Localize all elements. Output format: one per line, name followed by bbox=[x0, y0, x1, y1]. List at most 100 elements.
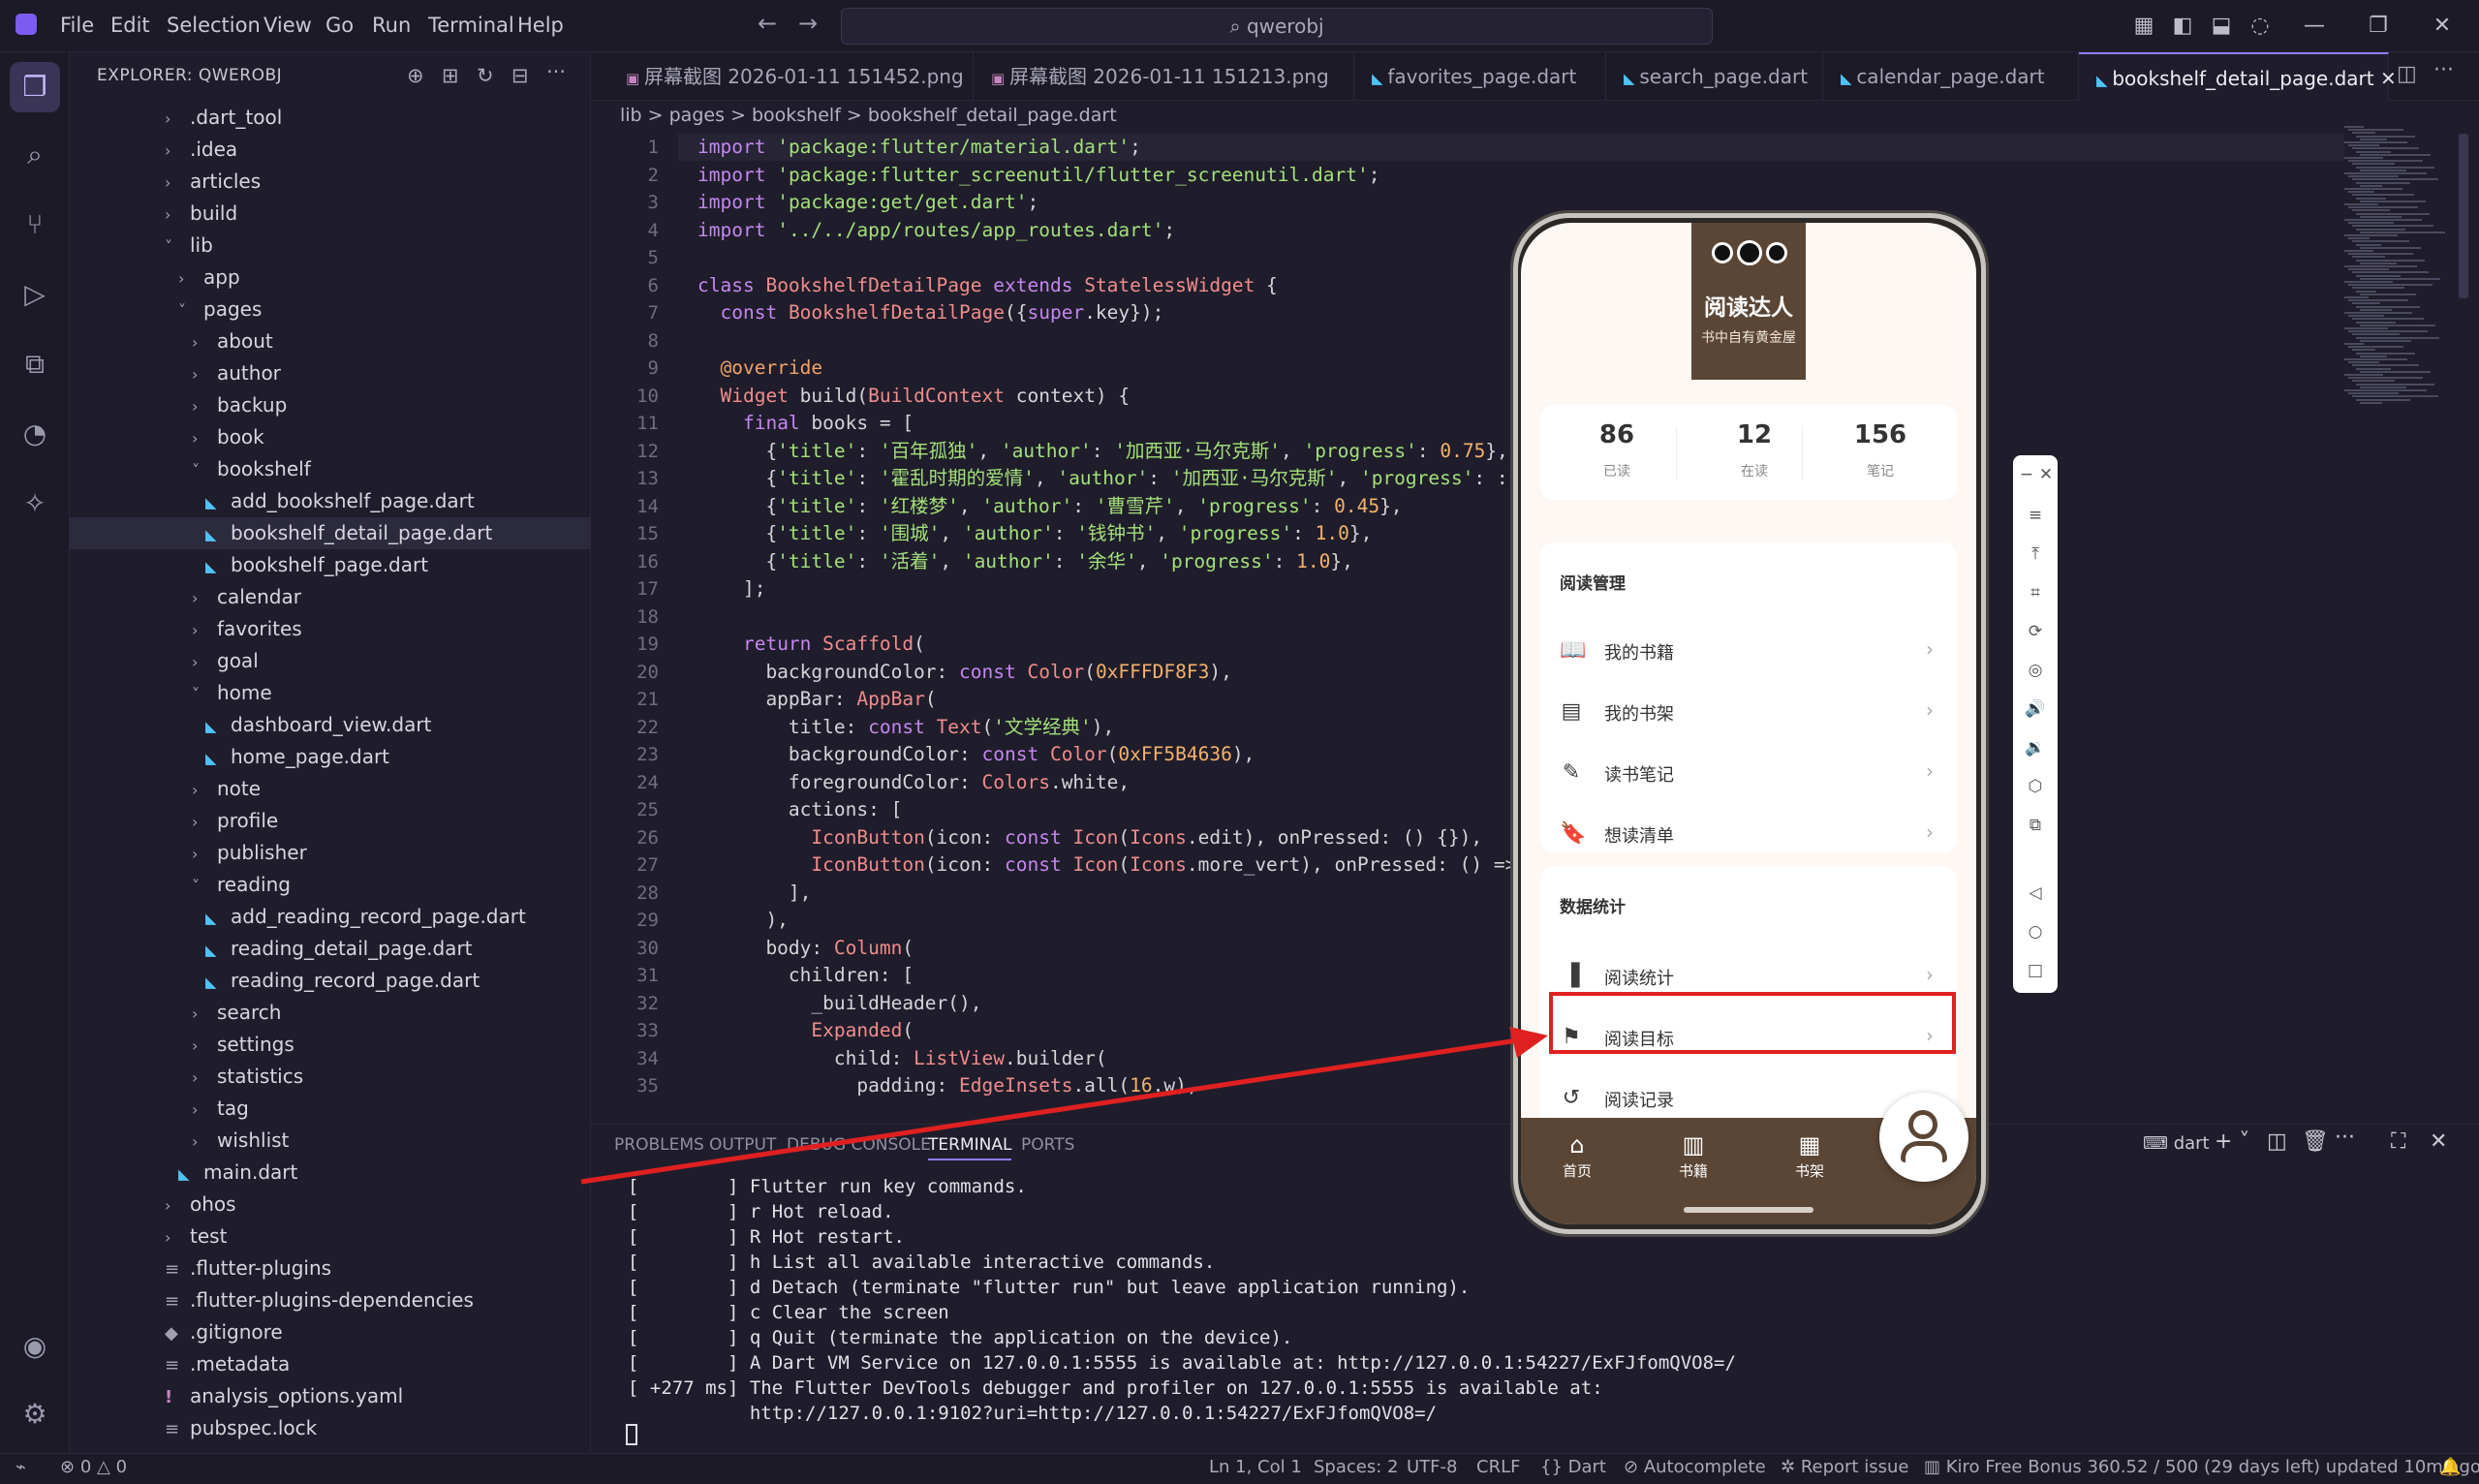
tree-item[interactable]: › .dart_tool bbox=[70, 102, 591, 134]
code-line[interactable]: return Scaffold( bbox=[697, 631, 925, 659]
location-icon[interactable]: ◎ bbox=[2024, 659, 2047, 682]
tree-item[interactable]: ◣ add_reading_record_page.dart bbox=[70, 901, 591, 933]
menu-run[interactable]: Run bbox=[372, 14, 411, 37]
tree-item[interactable]: › build bbox=[70, 198, 591, 230]
code-line[interactable]: ]; bbox=[697, 575, 766, 603]
screenshot-icon[interactable]: ⬡ bbox=[2024, 775, 2047, 798]
search-icon[interactable]: ⌕ bbox=[15, 136, 54, 174]
profile-fab[interactable] bbox=[1879, 1093, 1968, 1182]
minimap[interactable] bbox=[2344, 126, 2451, 417]
restore-icon[interactable]: ❐ bbox=[2362, 10, 2395, 43]
tree-item[interactable]: ◣ main.dart bbox=[70, 1157, 591, 1189]
tree-item[interactable]: › .idea bbox=[70, 134, 591, 166]
tree-item[interactable]: ≡ .flutter-plugins bbox=[70, 1252, 591, 1284]
tree-item[interactable]: ◣ dashboard_view.dart bbox=[70, 709, 591, 741]
report-issue[interactable]: ✲ Report issue bbox=[1781, 1457, 1908, 1477]
editor-tab[interactable]: ▣ 屏幕截图 2026-01-11 151452.png bbox=[608, 52, 974, 101]
nav-back-icon[interactable]: ◁ bbox=[2024, 881, 2047, 905]
code-line[interactable]: {'title': '围城', 'author': '钱钟书', 'progre… bbox=[697, 520, 1372, 548]
maximize-panel-icon[interactable]: ⛶ bbox=[2391, 1129, 2405, 1154]
tree-item[interactable]: ˅ pages bbox=[70, 294, 591, 325]
tree-item[interactable]: ˅ reading bbox=[70, 869, 591, 901]
code-line[interactable]: ), bbox=[697, 907, 788, 935]
tree-item[interactable]: › note bbox=[70, 773, 591, 805]
code-line[interactable]: title: const Text('文学经典'), bbox=[697, 714, 1114, 742]
code-line[interactable]: IconButton(icon: const Icon(Icons.edit),… bbox=[697, 824, 1482, 852]
code-line[interactable]: class BookshelfDetailPage extends Statel… bbox=[697, 272, 1278, 300]
tree-item[interactable]: › calendar bbox=[70, 581, 591, 613]
tree-item[interactable]: › search bbox=[70, 997, 591, 1029]
kill-terminal-icon[interactable]: 🗑 bbox=[2302, 1129, 2329, 1154]
tree-item[interactable]: › test bbox=[70, 1221, 591, 1252]
code-line[interactable]: final books = [ bbox=[697, 410, 914, 438]
code-line[interactable]: IconButton(icon: const Icon(Icons.more_v… bbox=[697, 851, 1516, 880]
line-ending[interactable]: CRLF bbox=[1476, 1457, 1520, 1477]
close-window-icon[interactable]: ✕ bbox=[2426, 10, 2459, 43]
code-line[interactable]: backgroundColor: const Color(0xFF5B4636)… bbox=[697, 741, 1255, 769]
more-actions-icon[interactable]: ··· bbox=[546, 60, 566, 83]
back-arrow-icon[interactable]: ← bbox=[758, 10, 777, 37]
code-line[interactable]: Widget build(BuildContext context) { bbox=[697, 383, 1130, 411]
autocomplete-status[interactable]: ⊘ Autocomplete bbox=[1624, 1457, 1766, 1477]
tree-item[interactable]: › author bbox=[70, 357, 591, 389]
kiro-bonus-status[interactable]: ▥ Kiro Free Bonus 360.52 / 500 (29 days … bbox=[1924, 1457, 2479, 1477]
tree-item[interactable]: ◣ reading_detail_page.dart bbox=[70, 933, 591, 965]
tree-item[interactable]: ≡ .flutter-plugins-dependencies bbox=[70, 1284, 591, 1316]
tree-item[interactable]: ˅ bookshelf bbox=[70, 453, 591, 485]
editor-more-icon[interactable]: ··· bbox=[2433, 58, 2454, 82]
code-line[interactable]: import 'package:get/get.dart'; bbox=[697, 189, 1038, 217]
editor-tab[interactable]: ▣ 屏幕截图 2026-01-11 151213.png bbox=[974, 52, 1354, 101]
code-line[interactable]: actions: [ bbox=[697, 796, 902, 824]
command-search-input[interactable]: ⌕ qwerobj bbox=[841, 8, 1713, 45]
tree-item[interactable]: ≡ .metadata bbox=[70, 1348, 591, 1380]
explorer-icon[interactable]: ❐ bbox=[10, 62, 60, 112]
split-editor-icon[interactable]: ◫ bbox=[2397, 62, 2417, 86]
notifications-bell-icon[interactable]: 🔔 bbox=[2439, 1457, 2461, 1477]
account-icon[interactable]: ◉ bbox=[15, 1327, 54, 1366]
editor-tab[interactable]: ◣ calendar_page.dart bbox=[1823, 52, 2079, 101]
tree-item[interactable]: › goal bbox=[70, 645, 591, 677]
tree-item[interactable]: ˅ lib bbox=[70, 230, 591, 262]
menu-item[interactable]: ✎ 读书笔记 › bbox=[1540, 744, 1957, 804]
menu-item[interactable]: 📖 我的书籍 › bbox=[1540, 622, 1957, 682]
menu-item[interactable]: ▤ 我的书架 › bbox=[1540, 683, 1957, 743]
toggle-panel-icon[interactable]: ⬓ bbox=[2205, 10, 2238, 43]
code-line[interactable]: ], bbox=[697, 880, 812, 908]
cursor-position[interactable]: Ln 1, Col 1 bbox=[1209, 1457, 1302, 1477]
nav-recents-icon[interactable]: □ bbox=[2024, 959, 2047, 982]
tree-item[interactable]: › tag bbox=[70, 1093, 591, 1125]
indentation[interactable]: Spaces: 2 bbox=[1314, 1457, 1398, 1477]
close-tab-icon[interactable]: ✕ bbox=[2374, 67, 2397, 90]
menu-file[interactable]: File bbox=[60, 14, 94, 37]
code-line[interactable]: foregroundColor: Colors.white, bbox=[697, 769, 1130, 797]
menu-help[interactable]: Help bbox=[517, 14, 564, 37]
problems-status[interactable]: ⊗ 0 △ 0 bbox=[60, 1457, 127, 1477]
code-line[interactable]: import '../../app/routes/app_routes.dart… bbox=[697, 217, 1175, 245]
copy-icon[interactable]: ⧉ bbox=[2024, 814, 2047, 837]
tree-item[interactable]: ◣ bookshelf_page.dart bbox=[70, 549, 591, 581]
flutter-icon[interactable]: ✧ bbox=[15, 484, 54, 523]
menu-edit[interactable]: Edit bbox=[110, 14, 150, 37]
remote-icon[interactable]: ⌁ bbox=[15, 1457, 26, 1477]
nav-home-icon[interactable]: ○ bbox=[2024, 920, 2047, 943]
volume-up-icon[interactable]: 🔊 bbox=[2024, 697, 2047, 721]
settings-gear-icon[interactable]: ⚙ bbox=[15, 1395, 54, 1434]
volume-down-icon[interactable]: 🔉 bbox=[2024, 736, 2047, 759]
code-line[interactable]: {'title': '活着', 'author': '余华', 'progres… bbox=[697, 548, 1352, 576]
code-line[interactable]: @override bbox=[697, 355, 822, 383]
layout-customize-icon[interactable]: ▦ bbox=[2127, 10, 2160, 43]
code-line[interactable]: {'title': '霍乱时期的爱情', 'author': '加西亚·马尔克斯… bbox=[697, 465, 1507, 493]
toggle-sidebar-icon[interactable]: ◧ bbox=[2166, 10, 2199, 43]
new-file-icon[interactable]: ⊕ bbox=[407, 64, 424, 87]
editor-tab[interactable]: ◣ search_page.dart bbox=[1606, 52, 1823, 101]
new-terminal-icon[interactable]: + ˅ bbox=[2215, 1129, 2249, 1154]
crop-icon[interactable]: ⌗ bbox=[2024, 581, 2047, 604]
extensions-icon[interactable]: ⧉ bbox=[15, 345, 54, 384]
tree-item[interactable]: › backup bbox=[70, 389, 591, 421]
split-terminal-icon[interactable]: ◫ bbox=[2267, 1129, 2287, 1154]
pin-top-icon[interactable]: ⤒ bbox=[2024, 542, 2047, 566]
rotate-icon[interactable]: ⟳ bbox=[2024, 620, 2047, 643]
menu-item[interactable]: 🔖 想读清单 › bbox=[1540, 805, 1957, 865]
panel-more-icon[interactable]: ··· bbox=[2335, 1126, 2355, 1150]
tree-item[interactable]: ˅ home bbox=[70, 677, 591, 709]
